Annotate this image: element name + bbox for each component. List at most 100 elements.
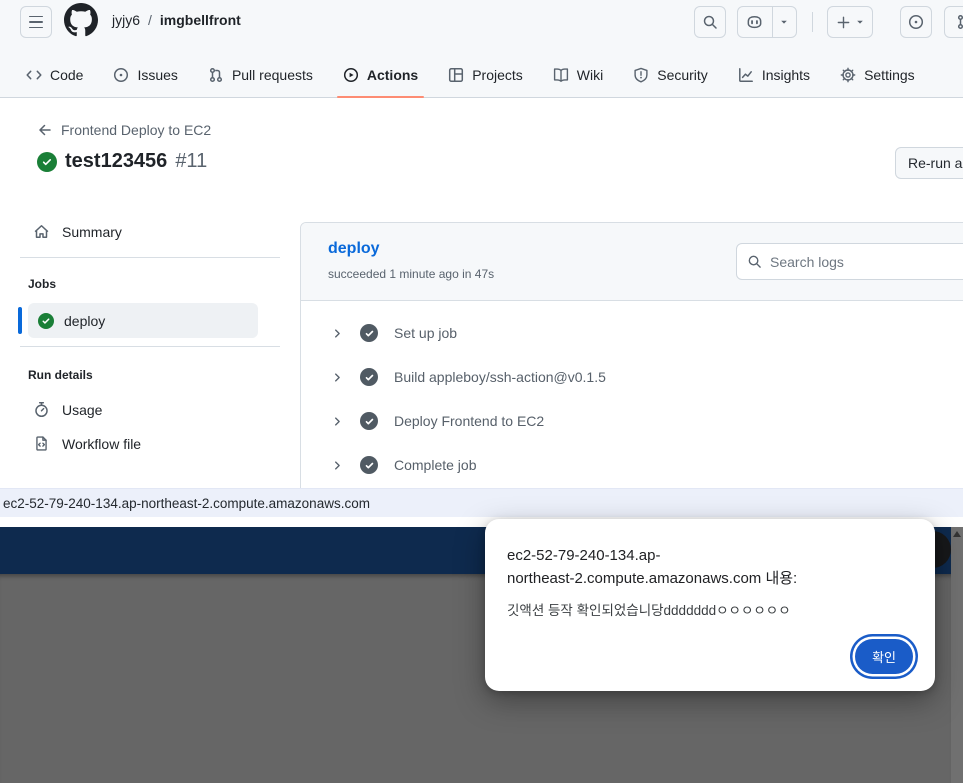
shield-icon <box>633 67 649 83</box>
step-row-setup-job[interactable]: Set up job <box>301 311 963 355</box>
run-name: test123456 <box>65 150 167 173</box>
step-list: Set up job Build appleboy/ssh-action@v0.… <box>301 301 963 487</box>
run-title: test123456 #11 <box>37 150 207 173</box>
back-to-workflow-link[interactable]: Frontend Deploy to EC2 <box>37 122 211 138</box>
step-success-check-icon <box>360 412 378 430</box>
success-check-icon <box>38 313 54 329</box>
hamburger-menu-button[interactable] <box>20 6 52 38</box>
git-pull-request-icon <box>956 14 963 30</box>
breadcrumb-repo-link[interactable]: imgbellfront <box>160 12 241 28</box>
tab-label: Wiki <box>577 67 603 83</box>
github-header: jyjy6 / imgbellfront <box>0 0 963 98</box>
search-logs-box <box>736 243 963 280</box>
chevron-right-icon <box>331 415 344 428</box>
jobs-heading: Jobs <box>28 277 56 291</box>
repo-tab-bar: Code Issues Pull requests Actions Projec… <box>16 52 963 98</box>
selected-job-accent-bar <box>18 307 22 334</box>
issue-opened-icon <box>113 67 129 83</box>
tab-label: Actions <box>367 67 418 83</box>
chevron-down-icon <box>773 7 796 37</box>
git-pull-request-icon <box>208 67 224 83</box>
github-logo-icon[interactable] <box>64 3 98 37</box>
play-circle-icon <box>343 67 359 83</box>
step-row-deploy-frontend[interactable]: Deploy Frontend to EC2 <box>301 399 963 443</box>
search-icon <box>702 14 718 30</box>
step-success-check-icon <box>360 456 378 474</box>
code-icon <box>26 67 42 83</box>
issues-dashboard-button[interactable] <box>900 6 932 38</box>
sidebar-divider <box>20 257 280 258</box>
tab-settings[interactable]: Settings <box>830 52 925 98</box>
tab-actions[interactable]: Actions <box>333 52 428 98</box>
header-divider <box>812 12 813 32</box>
tab-pull-requests[interactable]: Pull requests <box>198 52 323 98</box>
sidebar-item-label: Summary <box>62 224 122 240</box>
workflow-name: Frontend Deploy to EC2 <box>61 122 211 138</box>
run-details-heading: Run details <box>28 368 93 382</box>
home-icon <box>33 223 50 240</box>
screen: jyjy6 / imgbellfront <box>0 0 963 783</box>
alert-title: ec2-52-79-240-134.ap- northeast-2.comput… <box>507 544 913 590</box>
stopwatch-icon <box>33 401 50 418</box>
chevron-right-icon <box>331 327 344 340</box>
job-name-link[interactable]: deploy <box>328 240 380 258</box>
tab-label: Settings <box>864 67 915 83</box>
tab-label: Projects <box>472 67 523 83</box>
alert-title-line2: northeast-2.compute.amazonaws.com 내용: <box>507 567 913 590</box>
sidebar-item-workflow-file[interactable]: Workflow file <box>33 435 141 452</box>
sidebar-item-usage[interactable]: Usage <box>33 401 102 418</box>
copilot-menu-button[interactable] <box>737 6 797 38</box>
chevron-down-icon <box>855 17 865 27</box>
gear-icon <box>840 67 856 83</box>
success-check-icon <box>37 152 57 172</box>
sidebar-divider <box>20 346 280 347</box>
browser-alert-dialog: ec2-52-79-240-134.ap- northeast-2.comput… <box>485 519 935 691</box>
tab-label: Issues <box>137 67 177 83</box>
job-log-panel: deploy succeeded 1 minute ago in 47s Set… <box>300 222 963 489</box>
breadcrumb: jyjy6 / imgbellfront <box>112 12 241 28</box>
sidebar-job-label: deploy <box>64 313 105 329</box>
step-success-check-icon <box>360 324 378 342</box>
status-url-text: ec2-52-79-240-134.ap-northeast-2.compute… <box>3 496 370 511</box>
tab-issues[interactable]: Issues <box>103 52 187 98</box>
alert-confirm-button[interactable]: 확인 <box>855 639 913 674</box>
scrollbar[interactable] <box>951 527 963 783</box>
search-logs-input[interactable] <box>770 254 940 270</box>
issue-opened-icon <box>908 14 924 30</box>
sidebar-item-job-deploy[interactable]: deploy <box>28 303 258 338</box>
tab-security[interactable]: Security <box>623 52 718 98</box>
status-url-bar: ec2-52-79-240-134.ap-northeast-2.compute… <box>0 488 963 517</box>
arrow-left-icon <box>37 122 53 138</box>
chevron-right-icon <box>331 371 344 384</box>
chevron-right-icon <box>331 459 344 472</box>
rerun-all-jobs-button[interactable]: Re-run a <box>895 147 963 179</box>
copilot-icon <box>738 7 773 37</box>
step-row-build-ssh-action[interactable]: Build appleboy/ssh-action@v0.1.5 <box>301 355 963 399</box>
step-label: Complete job <box>394 457 477 473</box>
alert-title-line1: ec2-52-79-240-134.ap- <box>507 544 913 567</box>
step-label: Deploy Frontend to EC2 <box>394 413 544 429</box>
breadcrumb-owner-link[interactable]: jyjy6 <box>112 12 140 28</box>
pull-requests-dashboard-button[interactable] <box>944 6 963 38</box>
job-log-header: deploy succeeded 1 minute ago in 47s <box>301 223 963 301</box>
sidebar-item-summary[interactable]: Summary <box>33 223 122 240</box>
tab-projects[interactable]: Projects <box>438 52 533 98</box>
sidebar-item-label: Usage <box>62 402 102 418</box>
global-search-button[interactable] <box>694 6 726 38</box>
tab-wiki[interactable]: Wiki <box>543 52 613 98</box>
tab-insights[interactable]: Insights <box>728 52 820 98</box>
breadcrumb-separator: / <box>140 12 160 28</box>
book-icon <box>553 67 569 83</box>
job-status-text: succeeded 1 minute ago in 47s <box>328 267 494 281</box>
tab-label: Pull requests <box>232 67 313 83</box>
search-icon <box>747 254 762 269</box>
tab-label: Code <box>50 67 83 83</box>
tab-code[interactable]: Code <box>16 52 93 98</box>
create-new-button[interactable] <box>827 6 873 38</box>
global-header-row: jyjy6 / imgbellfront <box>0 0 963 52</box>
step-row-complete-job[interactable]: Complete job <box>301 443 963 487</box>
tab-label: Security <box>657 67 708 83</box>
run-number: #11 <box>175 150 207 173</box>
scrollbar-up-arrow-icon[interactable] <box>953 531 961 537</box>
project-table-icon <box>448 67 464 83</box>
